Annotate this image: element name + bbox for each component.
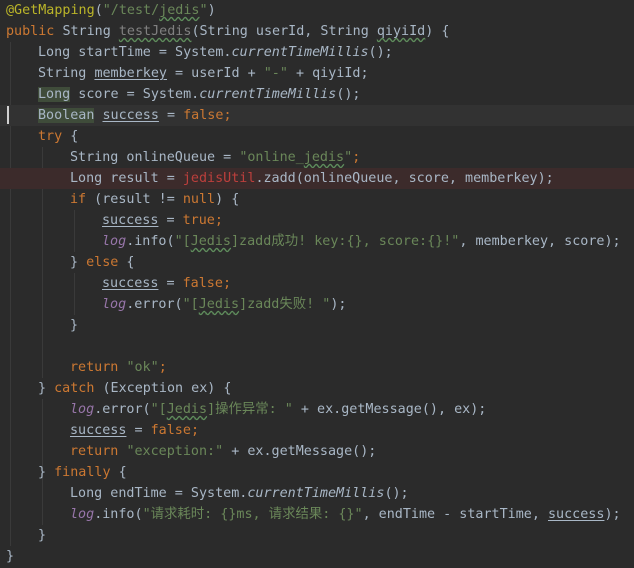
code-line-2[interactable]: public String testJedis(String userId, S… (0, 21, 634, 42)
code-line-21[interactable]: success = false; (0, 420, 634, 441)
code-line-9-error[interactable]: Long result = jedisUtil.zadd(onlineQueue… (0, 168, 634, 189)
code-line-13[interactable]: } else { (0, 252, 634, 273)
code-line-27[interactable]: } (0, 546, 634, 567)
code-line-16[interactable]: } (0, 315, 634, 336)
code-line-5[interactable]: Long score = System.currentTimeMillis(); (0, 84, 634, 105)
code-line-26[interactable]: } (0, 525, 634, 546)
code-line-11[interactable]: success = true; (0, 210, 634, 231)
annotation-token: @GetMapping (6, 3, 95, 18)
code-line-1[interactable]: @GetMapping("/test/jedis") (0, 0, 634, 21)
code-line-10[interactable]: if (result != null) { (0, 189, 634, 210)
code-line-4[interactable]: String memberkey = userId + "-" + qiyiId… (0, 63, 634, 84)
code-line-12[interactable]: log.info("[Jedis]zadd成功! key:{}, score:{… (0, 231, 634, 252)
code-editor[interactable]: @GetMapping("/test/jedis") public String… (0, 0, 634, 568)
code-line-20[interactable]: log.error("[Jedis]操作异常: " + ex.getMessag… (0, 399, 634, 420)
code-line-23[interactable]: } finally { (0, 462, 634, 483)
unresolved-symbol: jedisUtil (182, 171, 256, 186)
code-line-19[interactable]: } catch (Exception ex) { (0, 378, 634, 399)
code-line-3[interactable]: Long startTime = System.currentTimeMilli… (0, 42, 634, 63)
code-line-7[interactable]: try { (0, 126, 634, 147)
code-line-22[interactable]: return "exception:" + ex.getMessage(); (0, 441, 634, 462)
code-line-6-current[interactable]: Boolean success = false; (0, 105, 634, 126)
code-line-8[interactable]: String onlineQueue = "online_jedis"; (0, 147, 634, 168)
code-line-24[interactable]: Long endTime = System.currentTimeMillis(… (0, 483, 634, 504)
code-line-18[interactable]: return "ok"; (0, 357, 634, 378)
code-line-25[interactable]: log.info("请求耗时: {}ms, 请求结果: {}", endTime… (0, 504, 634, 525)
code-line-14[interactable]: success = false; (0, 273, 634, 294)
code-line-15[interactable]: log.error("[Jedis]zadd失败! "); (0, 294, 634, 315)
text-caret (7, 106, 9, 124)
method-name: testJedis (118, 24, 192, 39)
